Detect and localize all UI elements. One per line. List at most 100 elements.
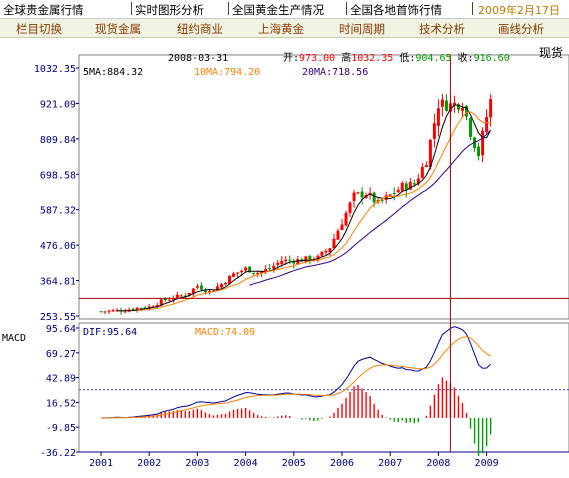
nav-time-period[interactable]: 时间周期 xyxy=(339,21,385,37)
macd-title: MACD xyxy=(2,333,26,344)
candle-body xyxy=(432,123,436,139)
price-tick-label: 253.55 xyxy=(40,312,76,323)
candle-body xyxy=(199,285,203,290)
ma5-label: 5MA:884.32 xyxy=(83,67,143,78)
right-market-label: 现货 xyxy=(539,45,563,60)
candle-body xyxy=(167,299,171,301)
x-tick-label: 2003 xyxy=(185,458,209,469)
candle-body xyxy=(264,269,268,272)
dea-line xyxy=(101,336,491,419)
candle-body xyxy=(388,194,392,196)
tab-global-metals-quotes[interactable]: 全球贵金属行情 xyxy=(3,2,84,18)
price-tick-label: 587.32 xyxy=(40,206,76,217)
candle-body xyxy=(440,99,444,107)
x-tick-label: 2006 xyxy=(330,458,354,469)
top-menu-bar: 全球贵金属行情 实时图形分析 全国黄金生产情况 全国各地首饰行情 2009年2月… xyxy=(0,0,569,19)
dif-line xyxy=(101,326,491,419)
candle-body xyxy=(412,183,416,185)
price-tick-label: 476.06 xyxy=(40,241,76,252)
candle-body xyxy=(485,116,489,132)
low-label: 低: xyxy=(399,51,415,64)
tab-separator xyxy=(131,2,132,15)
x-tick-label: 2008 xyxy=(426,458,450,469)
candle-body xyxy=(224,282,228,285)
candle-body xyxy=(131,308,135,310)
high-value: 1032.35 xyxy=(351,53,393,64)
candle-body xyxy=(392,192,396,194)
macd-value-label: MACD:74.09 xyxy=(195,327,255,338)
price-tick-label: 1032.35 xyxy=(34,64,76,75)
tab-realtime-chart-analysis[interactable]: 实时图形分析 xyxy=(135,2,204,18)
candle-body xyxy=(163,298,167,301)
tab-jewelry-quotes[interactable]: 全国各地首饰行情 xyxy=(350,2,442,18)
candle-body xyxy=(400,182,404,191)
tab-separator xyxy=(472,2,473,15)
price-tick-label: 809.84 xyxy=(40,135,76,146)
macd-tick-label: -36.22 xyxy=(40,448,76,459)
candle-body xyxy=(284,259,288,262)
candle-body xyxy=(348,202,352,213)
ma20-label: 20MA:718.56 xyxy=(302,67,368,78)
candle-body xyxy=(175,294,179,298)
x-tick-label: 2005 xyxy=(282,458,306,469)
price-panel xyxy=(78,54,569,320)
candle-body xyxy=(111,310,115,312)
low-value: 904.65 xyxy=(415,53,451,64)
open-value: 973.00 xyxy=(299,53,335,64)
candle-body xyxy=(103,311,107,313)
price-tick-label: 364.81 xyxy=(40,277,76,288)
candle-body xyxy=(481,130,485,156)
nav-shanghai-gold[interactable]: 上海黄金 xyxy=(258,21,304,37)
candle-body xyxy=(360,191,364,198)
candle-body xyxy=(396,190,400,193)
candle-body xyxy=(99,311,103,313)
candle-body xyxy=(436,108,440,126)
dif-label: DIF:95.64 xyxy=(83,327,137,338)
candle-body xyxy=(324,250,328,253)
candle-body xyxy=(420,166,424,178)
close-label: 收: xyxy=(458,51,474,64)
candle-body xyxy=(252,272,256,274)
candle-body xyxy=(477,146,481,157)
candle-body xyxy=(372,192,376,203)
candle-body xyxy=(489,99,493,118)
price-tick-label: 921.09 xyxy=(40,99,76,110)
candle-body xyxy=(356,192,360,194)
candle-body xyxy=(191,288,195,294)
candle-body xyxy=(469,118,473,137)
nav-spot-metals[interactable]: 现货金属 xyxy=(95,21,141,37)
candle-body xyxy=(276,262,280,265)
nav-line-drawing[interactable]: 画线分析 xyxy=(498,21,544,37)
candle-body xyxy=(244,267,248,271)
candle-body xyxy=(195,286,199,288)
candle-body xyxy=(240,270,244,272)
candle-body xyxy=(336,230,340,240)
tab-national-gold-production[interactable]: 全国黄金生产情况 xyxy=(232,2,324,18)
candle-body xyxy=(268,268,272,270)
nav-nymex[interactable]: 纽约商业 xyxy=(177,21,223,37)
price-chart[interactable]: 1032.35 921.09 809.84 698.58 587.32 476.06 364… xyxy=(0,38,569,478)
nav-column-switch[interactable]: 栏目切换 xyxy=(16,21,62,37)
open-label: 开: xyxy=(283,53,299,64)
candle-body xyxy=(123,311,127,313)
x-tick-label: 2002 xyxy=(137,458,161,469)
nav-technical-analysis[interactable]: 技术分析 xyxy=(419,21,465,37)
macd-tick-label: 69.27 xyxy=(46,349,76,360)
candle-body xyxy=(352,192,356,201)
candle-body xyxy=(179,295,183,297)
candle-body xyxy=(424,165,428,168)
x-tick-label: 2001 xyxy=(89,458,113,469)
crosshair-date-label: 2008-03-31 xyxy=(168,53,228,64)
x-tick-label: 2004 xyxy=(234,458,258,469)
candle-body xyxy=(320,251,324,256)
macd-tick-label: -9.85 xyxy=(46,423,76,434)
candle-body xyxy=(340,224,344,231)
macd-panel xyxy=(78,322,569,453)
candle-body xyxy=(280,260,284,264)
candle-body xyxy=(232,273,236,277)
ma10-line xyxy=(137,111,491,311)
price-tick-label: 698.58 xyxy=(40,170,76,181)
macd-tick-label: 95.64 xyxy=(46,324,76,335)
current-date: 2009年2月17日 xyxy=(478,4,560,17)
tab-separator xyxy=(346,2,347,15)
